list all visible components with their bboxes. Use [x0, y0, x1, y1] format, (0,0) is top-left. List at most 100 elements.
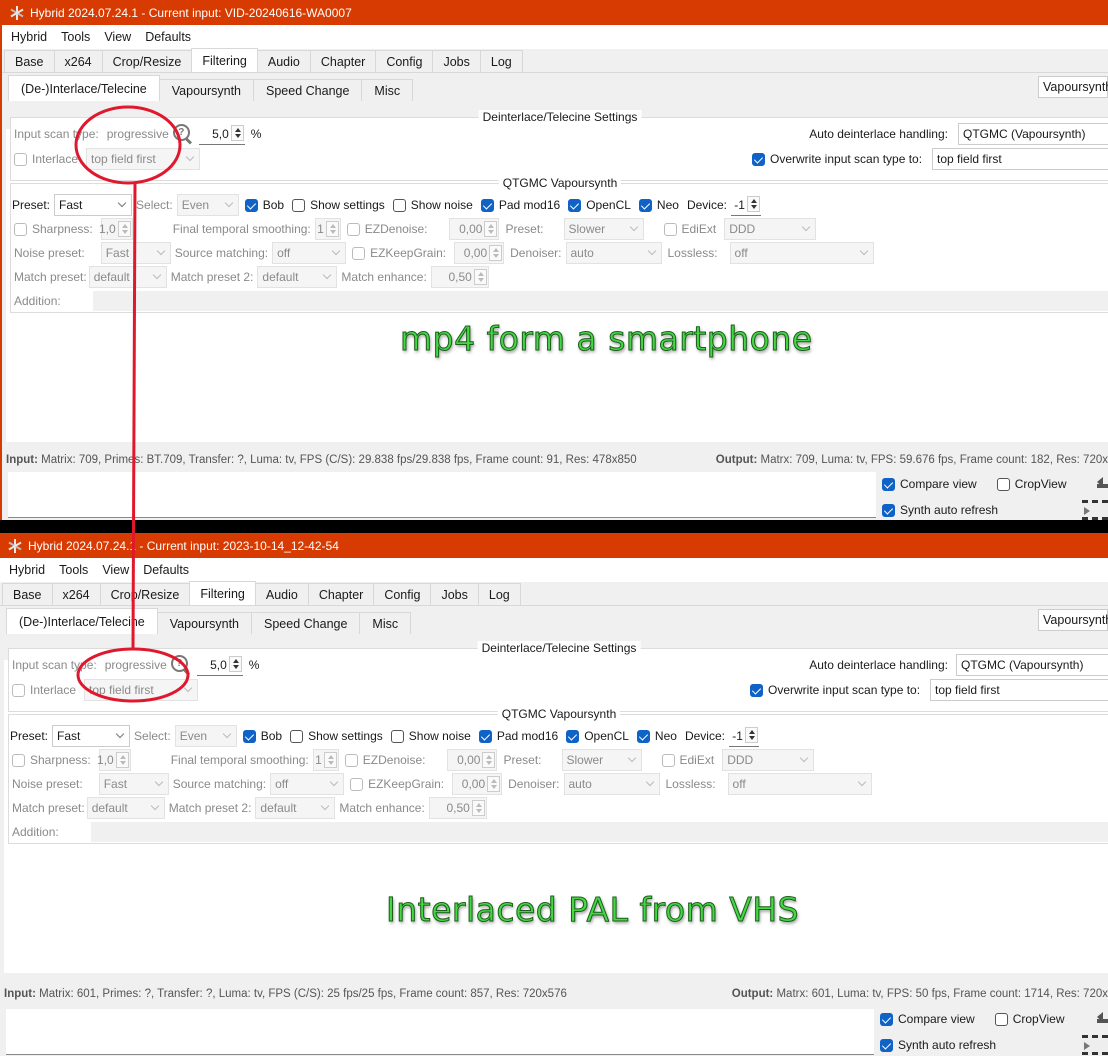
- tab-filtering[interactable]: Filtering: [191, 48, 258, 72]
- pad-mod16-checkbox[interactable]: [480, 198, 494, 212]
- spin-arrows[interactable]: [228, 656, 242, 672]
- threshold-spinbox[interactable]: 5,0: [196, 654, 243, 676]
- swap-arrows-icon[interactable]: [1092, 475, 1108, 491]
- tab-jobs[interactable]: Jobs: [430, 583, 479, 605]
- show-noise-checkbox[interactable]: [390, 729, 404, 743]
- cropview-checkbox[interactable]: [994, 1012, 1008, 1026]
- interlace-checkbox[interactable]: [12, 683, 25, 697]
- menu-hybrid[interactable]: Hybrid: [2, 563, 52, 577]
- swap-arrows-icon[interactable]: [1092, 1010, 1108, 1026]
- menu-view[interactable]: View: [97, 30, 138, 44]
- auto-deinterlace-select[interactable]: QTGMC (Vapoursynth): [958, 123, 1108, 145]
- interlace-checkbox[interactable]: [14, 152, 27, 166]
- compare-view-checkbox[interactable]: [882, 477, 895, 491]
- subtab-deinterlace[interactable]: (De-)Interlace/Telecine: [6, 608, 158, 634]
- neo-checkbox[interactable]: [636, 729, 650, 743]
- device-spinbox[interactable]: -1: [730, 194, 761, 216]
- menu-tools[interactable]: Tools: [52, 563, 95, 577]
- auto-deinterlace-select[interactable]: QTGMC (Vapoursynth): [956, 654, 1108, 676]
- opencl-checkbox[interactable]: [566, 729, 580, 743]
- log-output-box[interactable]: [8, 472, 876, 518]
- lossless-select[interactable]: off: [729, 242, 874, 264]
- tab-crop-resize[interactable]: Crop/Resize: [99, 583, 191, 605]
- sharpness-checkbox[interactable]: [12, 753, 25, 767]
- preset-select[interactable]: Fast: [52, 725, 131, 747]
- ediext-select[interactable]: DDD: [722, 749, 815, 771]
- overwrite-scan-checkbox[interactable]: [752, 152, 765, 166]
- spin-arrows[interactable]: [230, 125, 244, 141]
- subtab-speed-change[interactable]: Speed Change: [253, 79, 363, 101]
- ediext-checkbox[interactable]: [661, 753, 675, 767]
- denoiser-select[interactable]: auto: [565, 242, 662, 264]
- subtab-speed-change[interactable]: Speed Change: [251, 612, 361, 634]
- ezdenoise-checkbox[interactable]: [344, 753, 358, 767]
- tab-config[interactable]: Config: [375, 50, 434, 72]
- denoiser-select[interactable]: auto: [563, 773, 660, 795]
- noise-preset-select[interactable]: Fast: [100, 242, 171, 264]
- spin-arrows[interactable]: [473, 269, 487, 285]
- bob-checkbox[interactable]: [244, 198, 258, 212]
- edi-preset-select[interactable]: Slower: [561, 749, 642, 771]
- analyze-scan-icon[interactable]: [172, 124, 193, 144]
- menu-defaults[interactable]: Defaults: [138, 30, 198, 44]
- subtab-misc[interactable]: Misc: [361, 79, 414, 101]
- bob-checkbox[interactable]: [242, 729, 256, 743]
- show-noise-checkbox[interactable]: [392, 198, 406, 212]
- preset-select[interactable]: Fast: [54, 194, 133, 216]
- spin-arrows[interactable]: [744, 727, 758, 743]
- preview-film-icon[interactable]: [1082, 500, 1108, 520]
- menu-view[interactable]: View: [95, 563, 136, 577]
- overwrite-scan-select[interactable]: top field first: [932, 148, 1108, 170]
- menu-tools[interactable]: Tools: [54, 30, 97, 44]
- spin-arrows[interactable]: [746, 196, 760, 212]
- spin-arrows[interactable]: [484, 221, 498, 237]
- tab-audio[interactable]: Audio: [256, 50, 311, 72]
- lossless-select[interactable]: off: [727, 773, 872, 795]
- overwrite-scan-checkbox[interactable]: [750, 683, 763, 697]
- ezkeepgrain-spinbox[interactable]: 0,00: [452, 773, 503, 795]
- compare-view-checkbox[interactable]: [880, 1012, 893, 1026]
- field-order-select[interactable]: top field first: [86, 148, 201, 170]
- field-order-select[interactable]: top field first: [84, 679, 199, 701]
- analyze-scan-icon[interactable]: [170, 655, 191, 675]
- tab-log[interactable]: Log: [477, 583, 521, 605]
- spin-arrows[interactable]: [471, 800, 485, 816]
- tab-jobs[interactable]: Jobs: [432, 50, 481, 72]
- show-settings-checkbox[interactable]: [292, 198, 306, 212]
- tab-crop-resize[interactable]: Crop/Resize: [101, 50, 193, 72]
- tab-config[interactable]: Config: [373, 583, 432, 605]
- spin-arrows[interactable]: [325, 221, 339, 237]
- filter-engine-select[interactable]: Vapoursynth: [1038, 609, 1108, 631]
- synth-auto-refresh-checkbox[interactable]: [880, 1038, 893, 1052]
- subtab-deinterlace[interactable]: (De-)Interlace/Telecine: [8, 75, 160, 101]
- tab-filtering[interactable]: Filtering: [189, 581, 256, 605]
- tab-base[interactable]: Base: [4, 50, 55, 72]
- final-temporal-smoothing-spinbox[interactable]: 1: [312, 749, 339, 771]
- filter-engine-select[interactable]: Vapoursynth: [1038, 76, 1108, 98]
- tab-chapter[interactable]: Chapter: [307, 583, 375, 605]
- synth-auto-refresh-checkbox[interactable]: [882, 503, 895, 517]
- ediext-select[interactable]: DDD: [724, 218, 817, 240]
- source-matching-select[interactable]: off: [270, 773, 345, 795]
- log-output-box[interactable]: [6, 1009, 874, 1055]
- addition-input[interactable]: [92, 291, 1108, 311]
- match-enhance-spinbox[interactable]: 0,50: [428, 797, 487, 819]
- spin-arrows[interactable]: [489, 245, 503, 261]
- edi-preset-select[interactable]: Slower: [563, 218, 644, 240]
- neo-checkbox[interactable]: [638, 198, 652, 212]
- match-preset-select[interactable]: default: [88, 266, 167, 288]
- final-temporal-smoothing-spinbox[interactable]: 1: [314, 218, 341, 240]
- ediext-checkbox[interactable]: [663, 222, 677, 236]
- spin-arrows[interactable]: [482, 752, 496, 768]
- ezdenoise-checkbox[interactable]: [346, 222, 360, 236]
- tab-x264[interactable]: x264: [53, 50, 103, 72]
- preview-film-icon[interactable]: [1082, 1035, 1108, 1055]
- overwrite-scan-select[interactable]: top field first: [930, 679, 1108, 701]
- spin-arrows[interactable]: [115, 752, 129, 768]
- select-select[interactable]: Even: [174, 725, 237, 747]
- ezkeepgrain-spinbox[interactable]: 0,00: [454, 242, 505, 264]
- match-preset-select[interactable]: default: [86, 797, 165, 819]
- sharpness-spinbox[interactable]: 1,0: [99, 218, 133, 240]
- ezdenoise-spinbox[interactable]: 0,00: [449, 218, 500, 240]
- tab-log[interactable]: Log: [479, 50, 523, 72]
